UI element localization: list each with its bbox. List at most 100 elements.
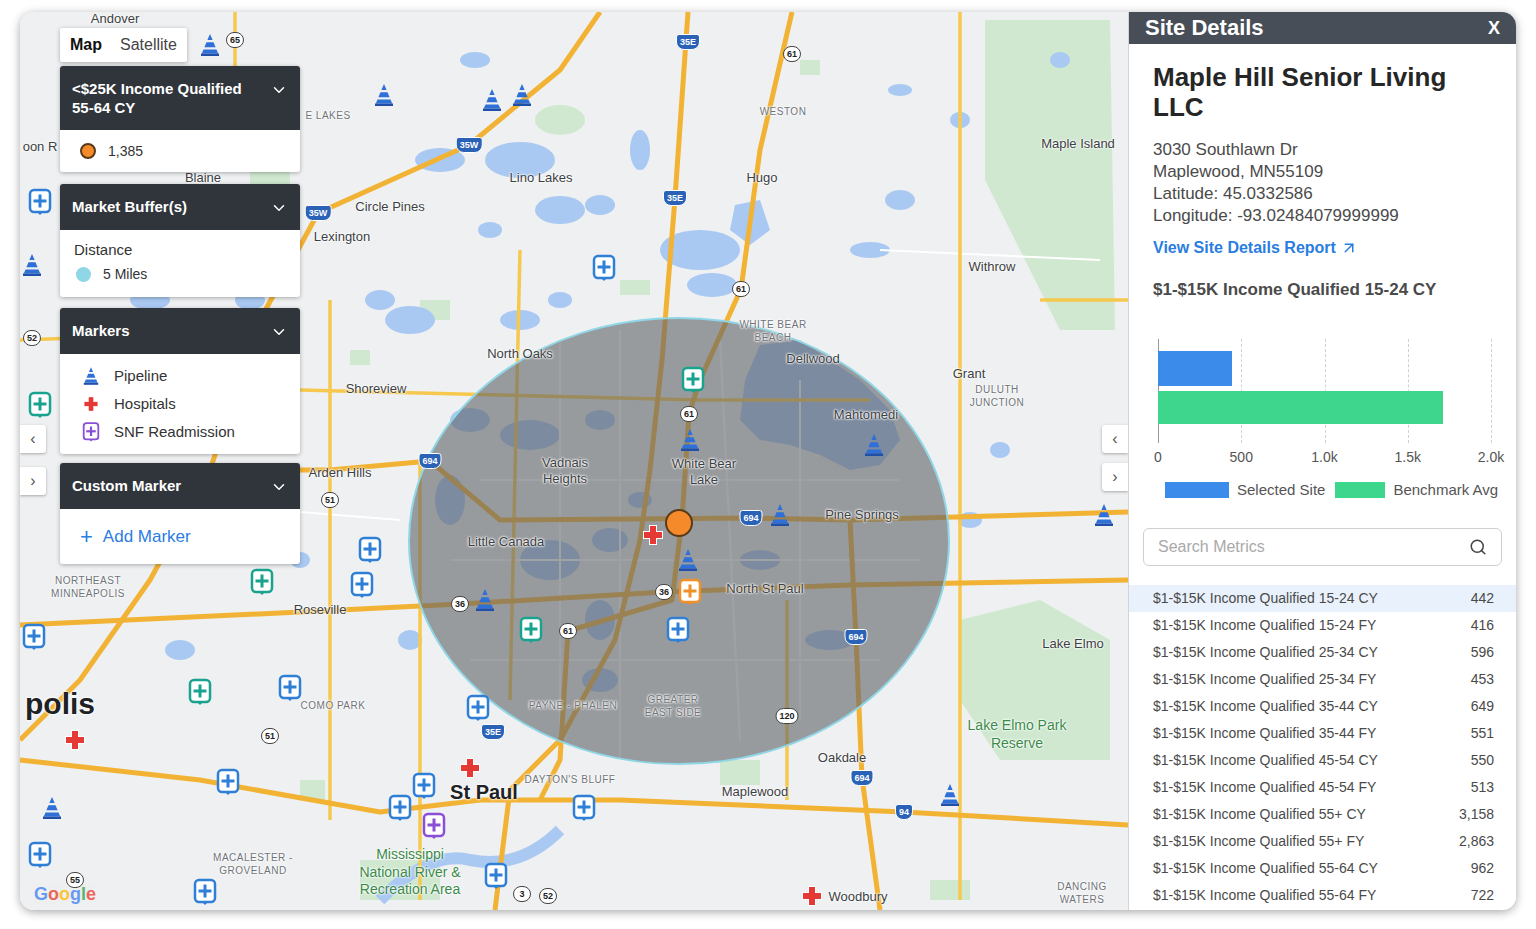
snf-marker[interactable]	[350, 571, 374, 599]
metric-row[interactable]: $1-$15K Income Qualified 25-34 FY453	[1129, 666, 1516, 693]
snf-readmission-icon	[519, 616, 543, 644]
place-label: Maple Island	[1041, 136, 1115, 152]
snf-marker[interactable]	[484, 862, 508, 890]
place-label: White Bear Lake	[664, 456, 744, 489]
road-shield: 94	[895, 804, 913, 820]
collapse-tab[interactable]: ‹	[1102, 425, 1128, 453]
close-button[interactable]: X	[1488, 19, 1500, 37]
legend-card-header[interactable]: Custom Marker	[60, 463, 300, 509]
place-label: GREATER EAST SIDE	[638, 694, 708, 719]
place-label: NORTHEAST MINNEAPOLIS	[33, 575, 143, 600]
pipeline-marker[interactable]	[1094, 503, 1114, 527]
metric-row[interactable]: $1-$15K Income Qualified 55+ CY3,158	[1129, 801, 1516, 828]
place-label: Andover	[91, 12, 139, 27]
pipeline-marker[interactable]	[22, 253, 42, 277]
pipeline-marker[interactable]	[512, 83, 532, 107]
metric-row[interactable]: $1-$15K Income Qualified 45-54 FY513	[1129, 774, 1516, 801]
map-controls: Map Satellite <$25K Income Qualified 55-64…	[60, 28, 300, 564]
legend-item[interactable]: Hospitals	[80, 390, 280, 418]
legend-card-header[interactable]: Market Buffer(s)	[60, 184, 300, 230]
metric-row[interactable]: $1-$15K Income Qualified 55-64 FY722	[1129, 882, 1516, 909]
snf-marker[interactable]	[278, 674, 302, 702]
chart-axis: 05001.0k1.5k2.0k	[1158, 447, 1491, 467]
pipeline-icon	[940, 783, 960, 807]
snf-marker[interactable]	[193, 878, 217, 906]
metric-row[interactable]: $1-$15K Income Qualified 55+ FY2,863	[1129, 828, 1516, 855]
place-label: Circle Pines	[355, 199, 424, 215]
snf-marker[interactable]	[388, 794, 412, 822]
pipeline-marker[interactable]	[200, 33, 220, 57]
legend-item[interactable]: Pipeline	[80, 362, 280, 390]
chart-bar[interactable]	[1158, 351, 1232, 386]
hospital-marker[interactable]	[63, 728, 87, 752]
map[interactable]: 6535E6135W35E35W526161694516943636616945…	[20, 12, 1128, 910]
snf-marker[interactable]	[28, 188, 52, 216]
pipeline-marker[interactable]	[475, 588, 495, 612]
collapse-tab[interactable]: ›	[20, 467, 46, 495]
snf-marker[interactable]	[519, 616, 543, 644]
metric-row[interactable]: $1-$15K Income Qualified 55-64 CY962	[1129, 855, 1516, 882]
place-label: Withrow	[969, 259, 1016, 275]
snf-readmission-icon	[592, 254, 616, 282]
site-report-link[interactable]: View Site Details Report	[1153, 237, 1492, 259]
chevron-down-icon	[270, 478, 288, 496]
hospital-marker[interactable]	[641, 523, 665, 547]
pipeline-marker[interactable]	[678, 548, 698, 572]
pipeline-marker[interactable]	[864, 433, 884, 457]
snf-marker[interactable]	[666, 616, 690, 644]
metric-search-input[interactable]	[1158, 535, 1461, 559]
collapse-tab[interactable]: ‹	[20, 425, 46, 453]
pipeline-marker[interactable]	[374, 83, 394, 107]
snf-marker[interactable]	[422, 812, 446, 840]
snf-marker[interactable]	[466, 694, 490, 722]
legend-item[interactable]: SNF Readmission	[80, 418, 280, 446]
place-label: Lake Elmo	[1042, 636, 1103, 652]
metric-row[interactable]: $1-$15K Income Qualified 25-34 CY596	[1129, 639, 1516, 666]
snf-marker[interactable]	[678, 578, 702, 606]
pipeline-icon	[864, 433, 884, 457]
legend-dot	[80, 143, 96, 159]
snf-marker[interactable]	[188, 678, 212, 706]
snf-marker[interactable]	[250, 568, 274, 596]
place-label: Dellwood	[786, 351, 839, 367]
metric-search[interactable]	[1143, 528, 1502, 566]
snf-marker[interactable]	[412, 772, 436, 800]
map-type-button[interactable]: Satellite	[120, 33, 177, 57]
selected-site-marker[interactable]	[665, 509, 693, 537]
legend-card-header[interactable]: <$25K Income Qualified 55-64 CY	[60, 66, 300, 130]
road-shield: 61	[783, 46, 801, 62]
snf-marker[interactable]	[592, 254, 616, 282]
metric-row[interactable]: $1-$15K Income Qualified 15-24 FY416	[1129, 612, 1516, 639]
pipeline-marker[interactable]	[42, 796, 62, 820]
snf-marker[interactable]	[681, 366, 705, 394]
pipeline-marker[interactable]	[940, 783, 960, 807]
metric-row[interactable]: $1-$15K Income Qualified 45-54 CY550	[1129, 747, 1516, 774]
snf-marker[interactable]	[572, 794, 596, 822]
chevron-down-icon	[270, 81, 288, 99]
metric-row[interactable]: $1-$15K Income Qualified 35-44 CY649	[1129, 693, 1516, 720]
hospital-marker[interactable]	[458, 756, 482, 780]
metric-row[interactable]: $1-$15K Income Qualified 15-24 CY442	[1129, 585, 1516, 612]
snf-marker[interactable]	[358, 536, 382, 564]
snf-marker[interactable]	[28, 391, 52, 419]
hospital-marker[interactable]	[800, 884, 824, 908]
map-type-button[interactable]: Map	[70, 33, 102, 57]
pipeline-marker[interactable]	[680, 428, 700, 452]
snf-readmission-icon	[412, 772, 436, 800]
snf-marker[interactable]	[28, 841, 52, 869]
pipeline-marker[interactable]	[770, 503, 790, 527]
collapse-tab[interactable]: ›	[1102, 463, 1128, 491]
road-shield: 694	[739, 510, 762, 526]
place-label: Roseville	[294, 602, 347, 618]
snf-marker[interactable]	[22, 623, 46, 651]
chart-bar[interactable]	[1158, 391, 1443, 424]
pipeline-marker[interactable]	[482, 88, 502, 112]
add-marker-button[interactable]: +Add Marker	[60, 509, 300, 564]
legend-card-header[interactable]: Markers	[60, 308, 300, 354]
hospital-icon	[82, 394, 100, 413]
metric-row[interactable]: $1-$15K Income Qualified 35-44 FY551	[1129, 720, 1516, 747]
snf-readmission-icon	[466, 694, 490, 722]
pipeline-icon	[680, 428, 700, 452]
snf-marker[interactable]	[216, 768, 240, 796]
pipeline-icon	[678, 548, 698, 572]
